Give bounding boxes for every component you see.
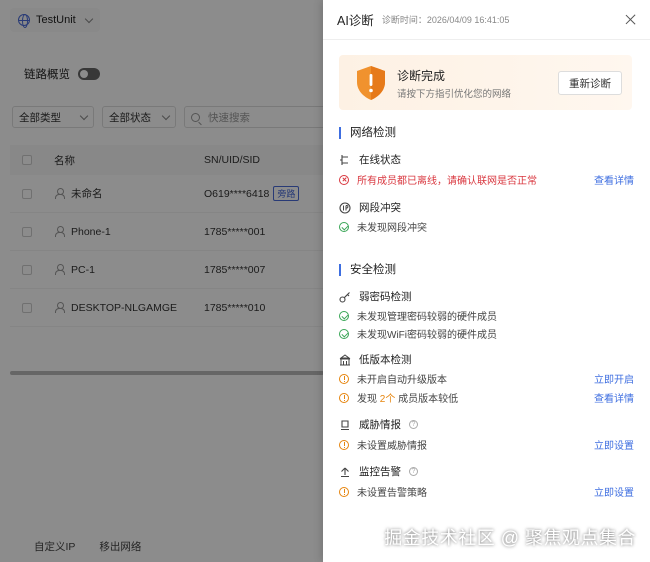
warning-icon [339,439,349,450]
weak-wifi-password-text: 未发现WiFi密码较弱的硬件成员 [357,330,497,341]
weak-password-title: 弱密码检测 [339,289,412,304]
summary-subtitle: 请按下方指引优化您的网络 [397,89,512,100]
drawer-title: AI诊断 [337,14,374,28]
check-icon [339,310,349,321]
weak-admin-password-result: 未发现管理密码较弱的硬件成员 [339,308,634,323]
drawer-header: AI诊断 诊断时间：2026/04/09 16:41:05 [323,0,650,40]
diagnosis-time: 诊断时间：2026/04/09 16:41:05 [381,15,510,25]
view-details-link[interactable]: 查看详情 [594,172,634,187]
low-version-title: 低版本检测 [339,352,412,367]
view-details-link[interactable]: 查看详情 [594,390,634,405]
online-status-title: 在线状态 [339,152,401,167]
check-icon [339,221,349,232]
auto-upgrade-text: 未开启自动升级版本 [357,375,447,386]
help-icon[interactable]: ? [409,467,418,476]
monitor-alert-text: 未设置告警策略 [357,488,427,499]
network-section-title: 网络检测 [339,127,396,139]
set-now-link[interactable]: 立即设置 [594,437,634,452]
enable-now-link[interactable]: 立即开启 [594,371,634,386]
online-status-text: 所有成员都已离线，请确认联网是否正常 [357,176,537,187]
warning-icon [339,392,349,403]
threat-intel-title: 威胁情报 ? [339,417,418,432]
error-icon [339,174,349,185]
network-topology-icon [340,154,348,165]
low-version-members-result: 发现 2个 成员版本较低 查看详情 [339,390,634,405]
watermark-text: 掘金技术社区 @ 聚焦观点集合 [384,528,636,548]
threat-intel-result: 未设置威胁情报 立即设置 [339,437,634,452]
ai-diagnosis-drawer: AI诊断 诊断时间：2026/04/09 16:41:05 诊断完成 请按下方指… [323,0,650,562]
version-icon [339,353,351,365]
close-icon[interactable] [625,14,636,25]
diagnosis-summary-card: 诊断完成 请按下方指引优化您的网络 重新诊断 [339,55,632,110]
online-status-result: 所有成员都已离线，请确认联网是否正常 查看详情 [339,172,634,187]
subnet-conflict-title: 网段冲突 [339,200,401,215]
threat-intel-icon [341,419,349,430]
help-icon[interactable]: ? [409,420,418,429]
auto-upgrade-result: 未开启自动升级版本 立即开启 [339,371,634,386]
low-version-count: 2个 [379,394,396,405]
ip-conflict-icon [339,201,351,214]
key-icon [339,291,350,303]
warning-icon [339,373,349,384]
rediagnose-button[interactable]: 重新诊断 [558,71,622,95]
low-version-members-text: 发现 2个 成员版本较低 [357,394,459,405]
weak-admin-password-text: 未发现管理密码较弱的硬件成员 [357,312,497,323]
weak-wifi-password-result: 未发现WiFi密码较弱的硬件成员 [339,326,634,341]
check-icon [339,328,349,339]
subnet-conflict-text: 未发现网段冲突 [357,223,427,234]
subnet-conflict-result: 未发现网段冲突 [339,219,634,234]
warning-icon [339,486,349,497]
security-section-title: 安全检测 [339,264,396,276]
alert-upload-icon [341,467,349,477]
monitor-alert-result: 未设置告警策略 立即设置 [339,484,634,499]
monitor-alert-title: 监控告警 ? [339,464,418,479]
warning-shield-icon [357,66,385,100]
threat-intel-text: 未设置威胁情报 [357,441,427,452]
set-now-link[interactable]: 立即设置 [594,484,634,499]
summary-title: 诊断完成 [397,69,446,83]
